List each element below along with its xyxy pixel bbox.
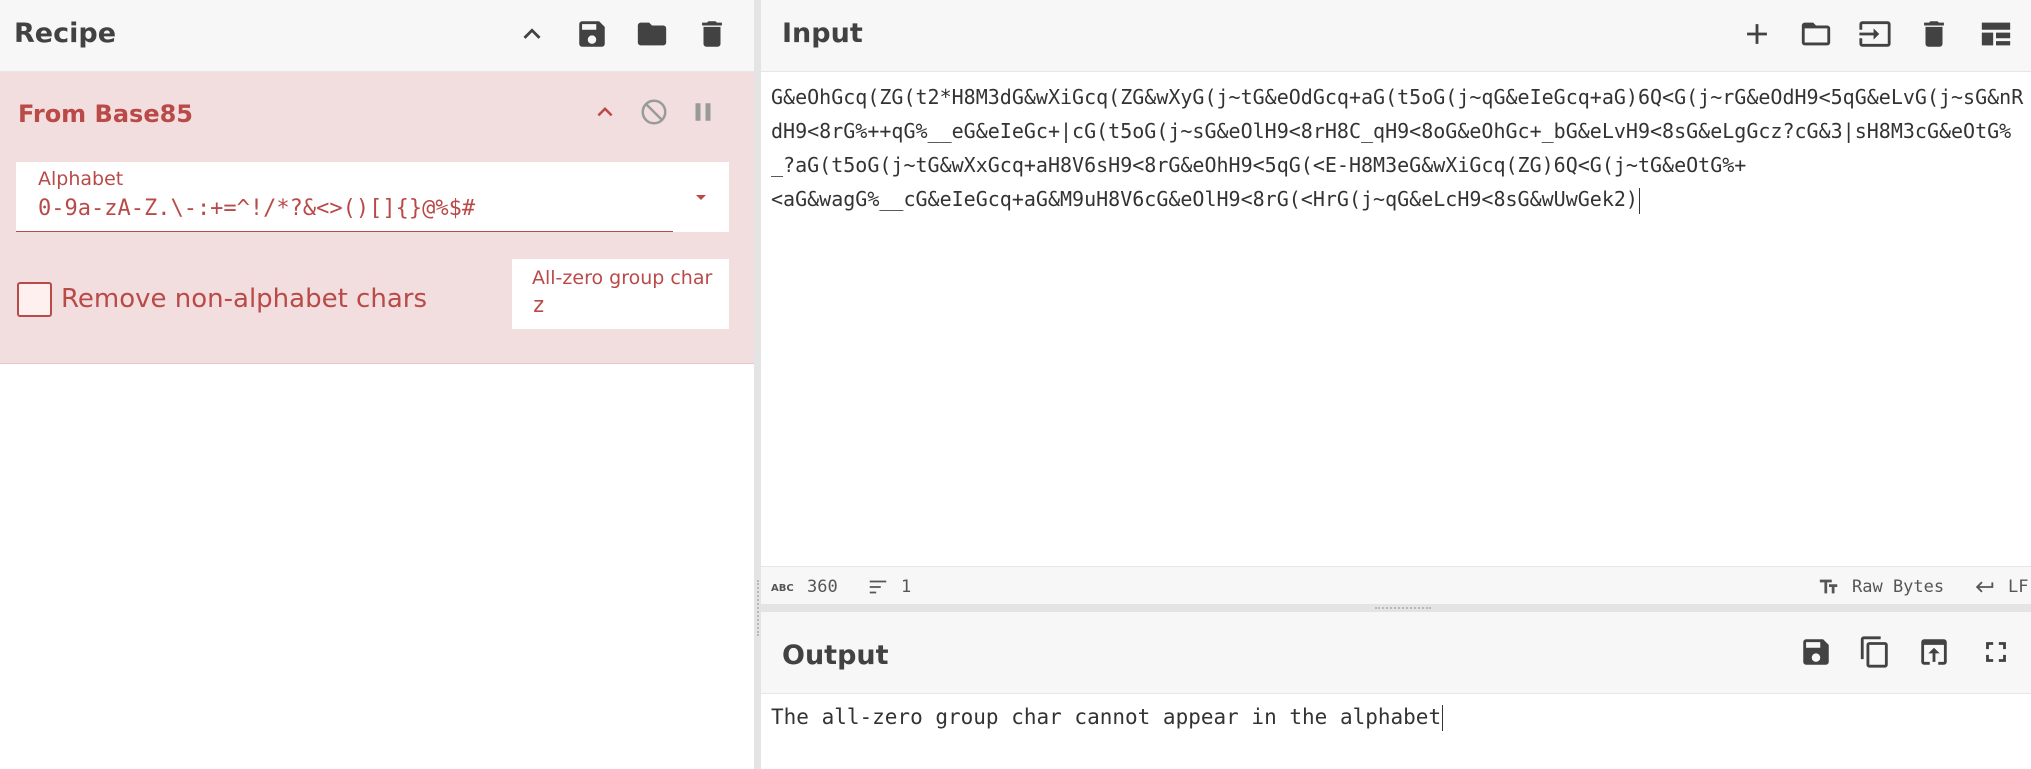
abc-icon: ABC [771,583,794,594]
input-length-info: ABC 360 [771,576,838,598]
operation-from-base85[interactable]: From Base85 Alphabet Remove non-alphabet… [0,72,754,364]
input-header: Input [761,0,2031,72]
all-zero-group-char-input[interactable] [532,293,712,318]
text-size-icon [1819,579,1838,594]
recipe-pane: Recipe From Base85 Alphabet 0-9a-zA-Z.\-… [0,0,754,769]
output-textarea[interactable]: The all-zero group char cannot appear in… [771,705,1444,731]
all-zero-group-char-field[interactable]: All-zero group char [512,259,729,329]
save-recipe-button[interactable] [570,12,614,56]
collapse-operation-button[interactable] [585,92,625,132]
operation-title: From Base85 [18,100,193,128]
output-header: Output [761,612,2031,694]
layout-icon [1981,22,2011,46]
input-eol-selector[interactable]: LF [1972,576,2028,598]
breakpoint-button[interactable] [683,92,723,132]
copy-icon [1860,636,1888,668]
text-caret [1638,187,1640,214]
folder-icon [637,22,667,46]
alphabet-label: Alphabet [38,168,124,190]
trash-icon [1924,21,1944,47]
replace-input-with-output-button[interactable] [1912,630,1956,674]
load-recipe-button[interactable] [630,12,674,56]
remove-non-alphabet-checkbox[interactable] [17,282,52,317]
open-input-folder-button[interactable] [1853,12,1897,56]
pause-icon [695,103,711,121]
chevron-up-icon [523,28,541,39]
disable-icon [641,99,667,125]
alphabet-field[interactable]: Alphabet [16,162,673,232]
clear-input-button[interactable] [1912,12,1956,56]
input-lines-info: 1 [865,576,911,598]
alphabet-input[interactable] [38,196,658,221]
output-title: Output [782,640,889,671]
reset-layout-button[interactable] [1974,12,2018,56]
chevron-up-icon [597,107,613,117]
clear-recipe-button[interactable] [690,12,734,56]
vertical-divider-grip[interactable] [757,580,759,636]
input-text-content: G&eOhGcq(ZG(t2*H8M3dG&wXiGcq(ZG&wXyG(j~t… [771,85,2024,211]
copy-output-button[interactable] [1853,630,1897,674]
input-eol: LF [2008,577,2029,597]
input-arrow-icon [1859,21,1891,47]
remove-non-alphabet-label[interactable]: Remove non-alphabet chars [61,284,427,314]
input-status-bar: ABC 360 1 Raw Bytes LF [761,566,2031,604]
fullscreen-icon [1986,642,2006,662]
input-pane: Input G&eOhGcq(ZG(t2*H8M3dG&wXiGcq(ZG&wX… [761,0,2031,606]
save-output-button[interactable] [1794,630,1838,674]
maximise-output-button[interactable] [1974,630,2018,674]
trash-icon [702,21,722,47]
open-in-new-icon [1921,639,1947,665]
save-icon [1803,639,1829,665]
input-textarea[interactable]: G&eOhGcq(ZG(t2*H8M3dG&wXiGcq(ZG&wXyG(j~t… [771,80,2026,550]
input-title: Input [782,18,863,49]
input-lines: 1 [901,577,912,597]
save-icon [579,21,605,47]
caret-down-icon [696,195,706,200]
output-caret [1442,705,1444,731]
horizontal-divider-grip[interactable] [1375,607,1431,609]
collapse-all-button[interactable] [510,12,554,56]
recipe-title: Recipe [14,18,117,49]
recipe-header: Recipe [0,0,754,72]
add-input-tab-button[interactable] [1735,12,1779,56]
input-encoding-selector[interactable]: Raw Bytes [1816,576,1944,598]
open-input-file-button[interactable] [1794,12,1838,56]
disable-operation-button[interactable] [634,92,674,132]
all-zero-group-char-label: All-zero group char [532,267,713,289]
vertical-pane-divider[interactable] [754,0,761,769]
plus-icon [1747,24,1767,44]
folder-outline-icon [1801,22,1831,46]
input-length: 360 [807,577,838,597]
input-encoding: Raw Bytes [1852,577,1945,597]
output-pane: Output The all-zero group char cannot ap… [761,612,2031,769]
alphabet-dropdown-button[interactable] [673,162,729,232]
lines-icon [869,580,887,594]
svg-text:ABC: ABC [771,583,794,594]
return-icon [1975,581,1994,593]
output-text-content: The all-zero group char cannot appear in… [771,705,1442,729]
